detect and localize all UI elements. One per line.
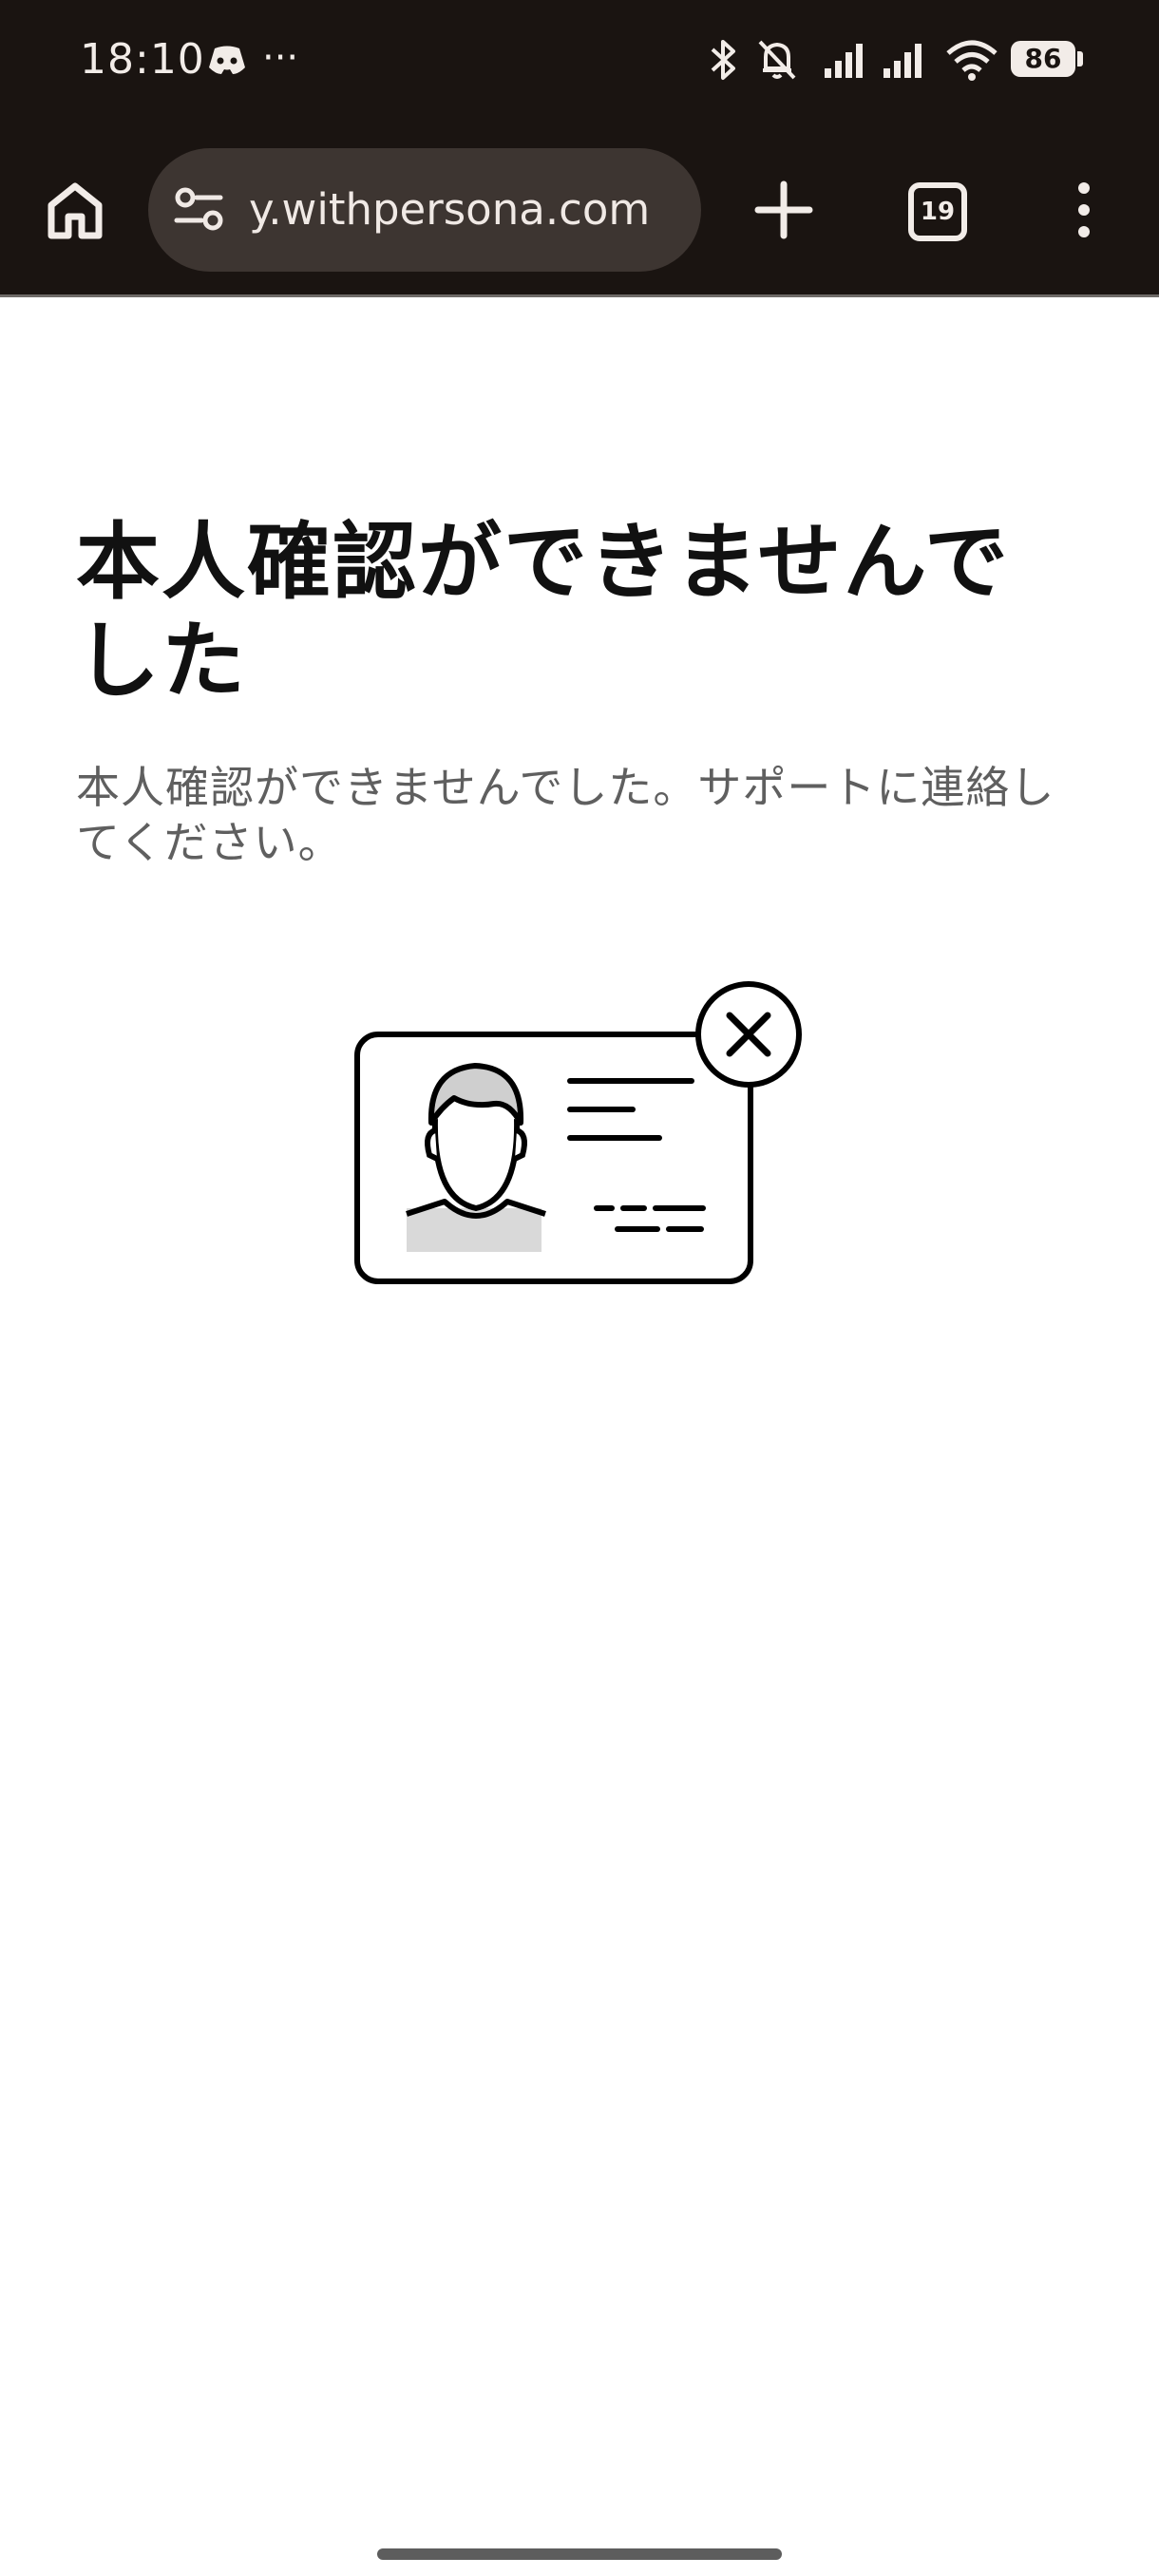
tab-count: 19 [920,198,956,226]
address-bar[interactable]: y.withpersona.com [148,148,701,272]
battery-tip [1077,51,1083,66]
id-card-error-icon [354,981,802,1284]
url-text[interactable]: y.withpersona.com [249,186,695,234]
page-title: 本人確認ができませんでした [76,513,1010,710]
battery-level: 86 [1024,43,1062,74]
wifi-icon [946,40,998,81]
home-indicator[interactable] [377,2548,782,2560]
bluetooth-icon [711,40,735,80]
signal-icon [884,44,922,78]
discord-icon [209,46,245,74]
status-bar: 18:10 ··· 86 [0,0,1159,123]
site-settings-icon[interactable] [173,186,226,234]
home-icon[interactable] [42,177,108,243]
new-tab-icon[interactable] [752,179,815,241]
more-icon[interactable] [1064,179,1104,241]
tab-switcher-icon[interactable]: 19 [908,182,967,241]
battery-icon: 86 [1011,41,1075,77]
signal-icon [825,44,863,78]
status-time: 18:10 [80,35,205,84]
page-description: 本人確認ができませんでした。サポートに連絡してください。 [76,762,1055,868]
browser-toolbar: y.withpersona.com 19 [0,123,1159,297]
overflow-dots: ··· [262,36,299,80]
mute-icon [758,40,796,80]
